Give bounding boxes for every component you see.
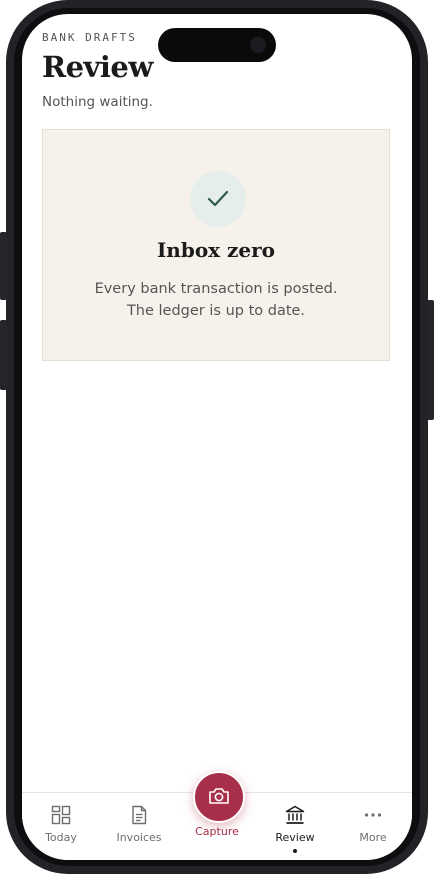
tab-invoices[interactable]: Invoices [100,793,178,853]
tab-today[interactable]: Today [22,793,100,853]
empty-state-card: Inbox zero Every bank transaction is pos… [42,129,390,361]
tab-review[interactable]: Review [256,793,334,853]
capture-label[interactable]: Capture [178,825,256,838]
volume-down-button [0,320,7,390]
tab-more[interactable]: More [334,793,412,853]
tab-label: Today [45,831,77,844]
empty-state-line: Every bank transaction is posted. [94,281,338,297]
empty-state-title: Inbox zero [156,238,276,262]
check-icon [207,190,229,207]
tab-label: Invoices [116,831,162,844]
document-icon [132,805,147,825]
empty-state-message: Every bank transaction is posted. The le… [43,278,389,322]
page-title: Review [42,50,153,84]
tab-label: More [359,831,387,844]
tab-label: Review [275,831,315,844]
capture-button[interactable] [193,771,245,823]
dynamic-island [158,28,276,62]
bank-icon [285,805,305,824]
camera-icon [209,788,229,804]
page-subtitle: Nothing waiting. [42,94,153,110]
power-button [427,300,434,420]
section-eyebrow: BANK DRAFTS [42,31,137,44]
active-tab-indicator [293,849,297,853]
empty-state-line: The ledger is up to date. [126,303,306,319]
front-camera [250,37,266,53]
tab-bar: Today Invoices Capture Review More [22,771,412,860]
screen: BANK DRAFTS Review Nothing waiting. Inbo… [22,14,412,860]
volume-up-button [0,232,7,300]
grid-icon [51,805,71,825]
more-icon [364,813,382,817]
check-badge [190,171,246,227]
